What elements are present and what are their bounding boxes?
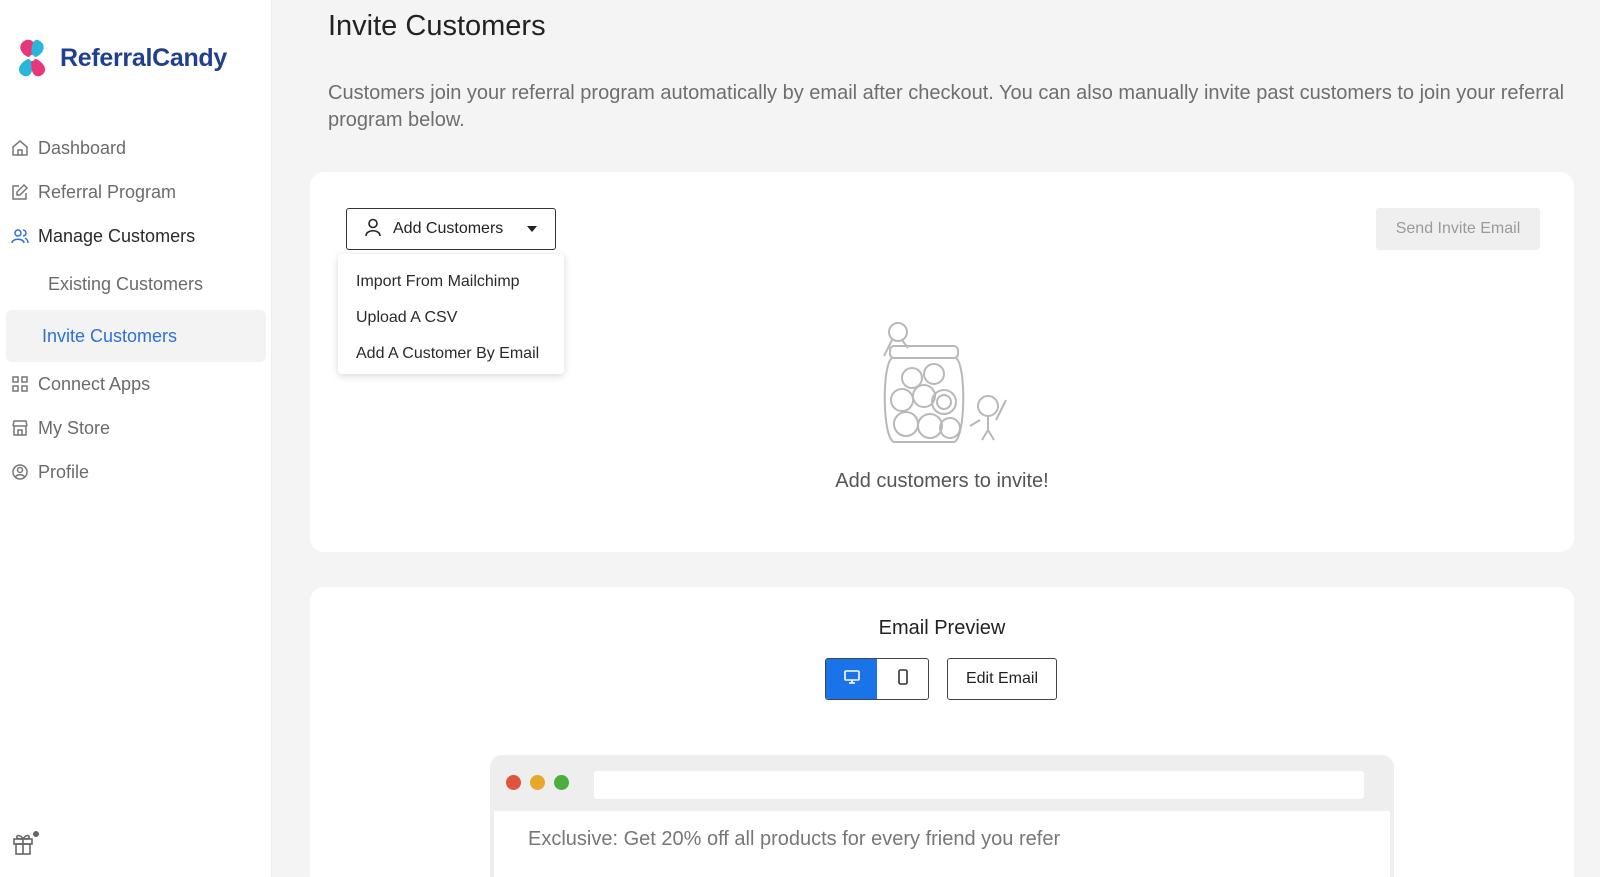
user-icon xyxy=(363,217,383,242)
edit-icon xyxy=(11,183,29,201)
email-preview-title: Email Preview xyxy=(878,617,1006,639)
menu-item-upload-csv[interactable]: Upload A CSV xyxy=(338,300,564,336)
add-customers-label: Add Customers xyxy=(393,220,504,237)
sidebar-item-dashboard[interactable]: Dashboard xyxy=(0,126,272,170)
sidebar-nav: Dashboard Referral Program Manage Custom… xyxy=(0,126,272,494)
mobile-view-button[interactable] xyxy=(877,659,928,699)
candy-jar-illustration xyxy=(872,320,1012,455)
sidebar-item-label: Referral Program xyxy=(38,181,177,202)
sidebar-subitem-existing-customers[interactable]: Existing Customers xyxy=(6,258,266,310)
gift-icon[interactable] xyxy=(12,830,40,861)
desktop-view-button[interactable] xyxy=(826,659,877,699)
edit-email-button[interactable]: Edit Email xyxy=(947,658,1057,700)
red-dot-icon xyxy=(506,775,521,790)
sidebar-item-label: Connect Apps xyxy=(38,373,151,394)
sidebar-item-label: My Store xyxy=(38,417,111,438)
sidebar-subitem-label: Invite Customers xyxy=(42,325,178,346)
mobile-icon xyxy=(896,668,910,691)
email-preview-card: Email Preview Edit Email Exclusive: Get … xyxy=(310,587,1574,877)
invite-customers-card: Add Customers Import From Mailchimp Uplo… xyxy=(310,172,1574,552)
sidebar-subitem-label: Existing Customers xyxy=(48,273,204,294)
yellow-dot-icon xyxy=(530,775,545,790)
email-subject: Exclusive: Get 20% off all products for … xyxy=(528,828,1061,850)
profile-icon xyxy=(11,463,29,481)
url-bar xyxy=(594,771,1364,799)
view-mode-toggle xyxy=(825,658,929,700)
sidebar-item-my-store[interactable]: My Store xyxy=(0,406,272,450)
window-dots xyxy=(506,775,569,790)
store-icon xyxy=(11,419,29,437)
sidebar-item-referral-program[interactable]: Referral Program xyxy=(0,170,272,214)
empty-state-text: Add customers to invite! xyxy=(835,470,1049,492)
browser-mockup: Exclusive: Get 20% off all products for … xyxy=(490,755,1394,877)
brand-logo[interactable]: ReferralCandy xyxy=(10,36,227,80)
sidebar-item-label: Manage Customers xyxy=(38,225,196,246)
page-description: Customers join your referral program aut… xyxy=(328,82,1565,131)
grid-icon xyxy=(11,375,29,393)
send-invite-email-button[interactable]: Send Invite Email xyxy=(1376,208,1540,250)
candy-logo-icon xyxy=(18,39,46,77)
sidebar-item-connect-apps[interactable]: Connect Apps xyxy=(0,362,272,406)
menu-item-add-by-email[interactable]: Add A Customer By Email xyxy=(338,336,564,372)
green-dot-icon xyxy=(554,775,569,790)
email-body: Exclusive: Get 20% off all products for … xyxy=(494,811,1390,877)
menu-item-import-mailchimp[interactable]: Import From Mailchimp xyxy=(338,264,564,300)
add-customers-button[interactable]: Add Customers xyxy=(346,208,556,250)
brand-name: ReferralCandy xyxy=(60,43,227,72)
users-icon xyxy=(11,227,29,245)
home-icon xyxy=(11,139,29,157)
sidebar-item-profile[interactable]: Profile xyxy=(0,450,272,494)
sidebar: ReferralCandy Dashboard Referral Program… xyxy=(0,0,272,877)
sidebar-subitem-invite-customers[interactable]: Invite Customers xyxy=(6,310,266,362)
caret-down-icon xyxy=(527,226,538,232)
page-title: Invite Customers xyxy=(328,10,546,42)
add-customers-dropdown: Import From Mailchimp Upload A CSV Add A… xyxy=(338,254,564,374)
desktop-icon xyxy=(843,669,861,690)
sidebar-item-label: Dashboard xyxy=(38,137,127,158)
sidebar-item-manage-customers[interactable]: Manage Customers xyxy=(0,214,272,258)
sidebar-item-label: Profile xyxy=(38,461,90,482)
